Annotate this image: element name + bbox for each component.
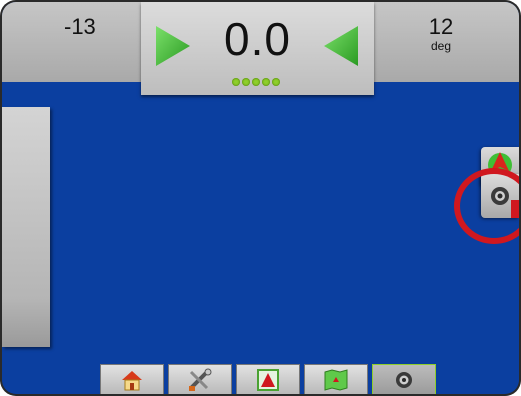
led-indicator [272,78,280,86]
tools-icon [189,368,212,391]
home-icon [122,371,142,391]
field-icon [257,369,279,391]
map-icon [324,369,348,391]
right-readout: 12 deg [411,14,471,53]
led-indicator [252,78,260,86]
led-indicator [242,78,250,86]
lightbar-panel[interactable]: 0.0 [141,2,374,95]
bottom-nav-bar [100,364,436,394]
tab-home[interactable] [100,364,164,394]
led-indicator [232,78,240,86]
steer-left-arrow-icon [324,26,358,66]
led-indicator [262,78,270,86]
tab-tools[interactable] [168,364,232,394]
side-panel-tab[interactable] [2,107,50,347]
tab-camera[interactable] [372,364,436,394]
camera-icon [396,372,412,388]
right-readout-value: 12 [428,14,454,39]
tab-field[interactable] [236,364,300,394]
right-readout-unit: deg [430,39,452,53]
tab-map[interactable] [304,364,368,394]
lightbar-leds [232,78,280,86]
left-readout: -13 [64,14,96,39]
guidance-screen: -13 12 deg 0.0 [2,2,519,394]
highlight-circle [454,168,519,244]
